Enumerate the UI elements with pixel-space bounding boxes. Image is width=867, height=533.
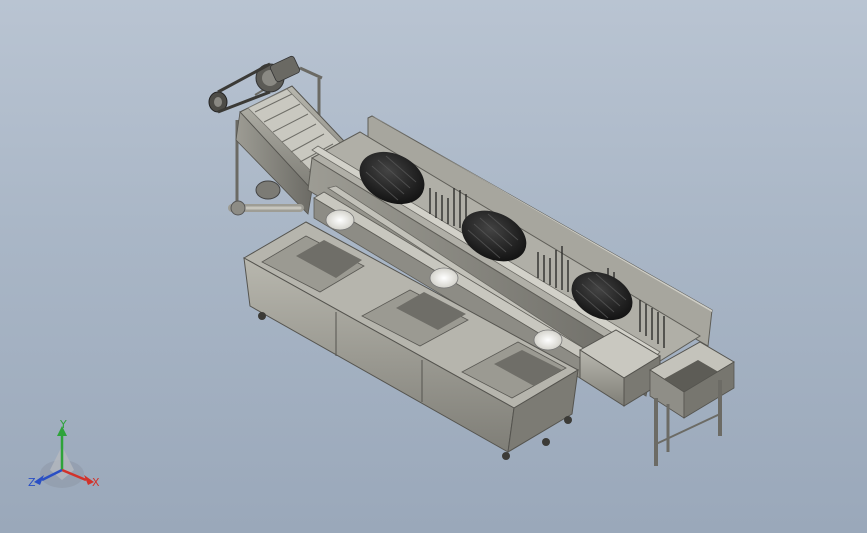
coordinate-triad[interactable]: Y X Z: [28, 418, 100, 489]
y-axis-label: Y: [59, 418, 67, 431]
x-axis-label: X: [92, 476, 100, 489]
cad-viewport[interactable]: Y X Z: [0, 0, 867, 533]
machine-model: Y X Z: [28, 55, 735, 489]
output-stand: [649, 341, 735, 466]
z-axis-label: Z: [28, 476, 36, 489]
